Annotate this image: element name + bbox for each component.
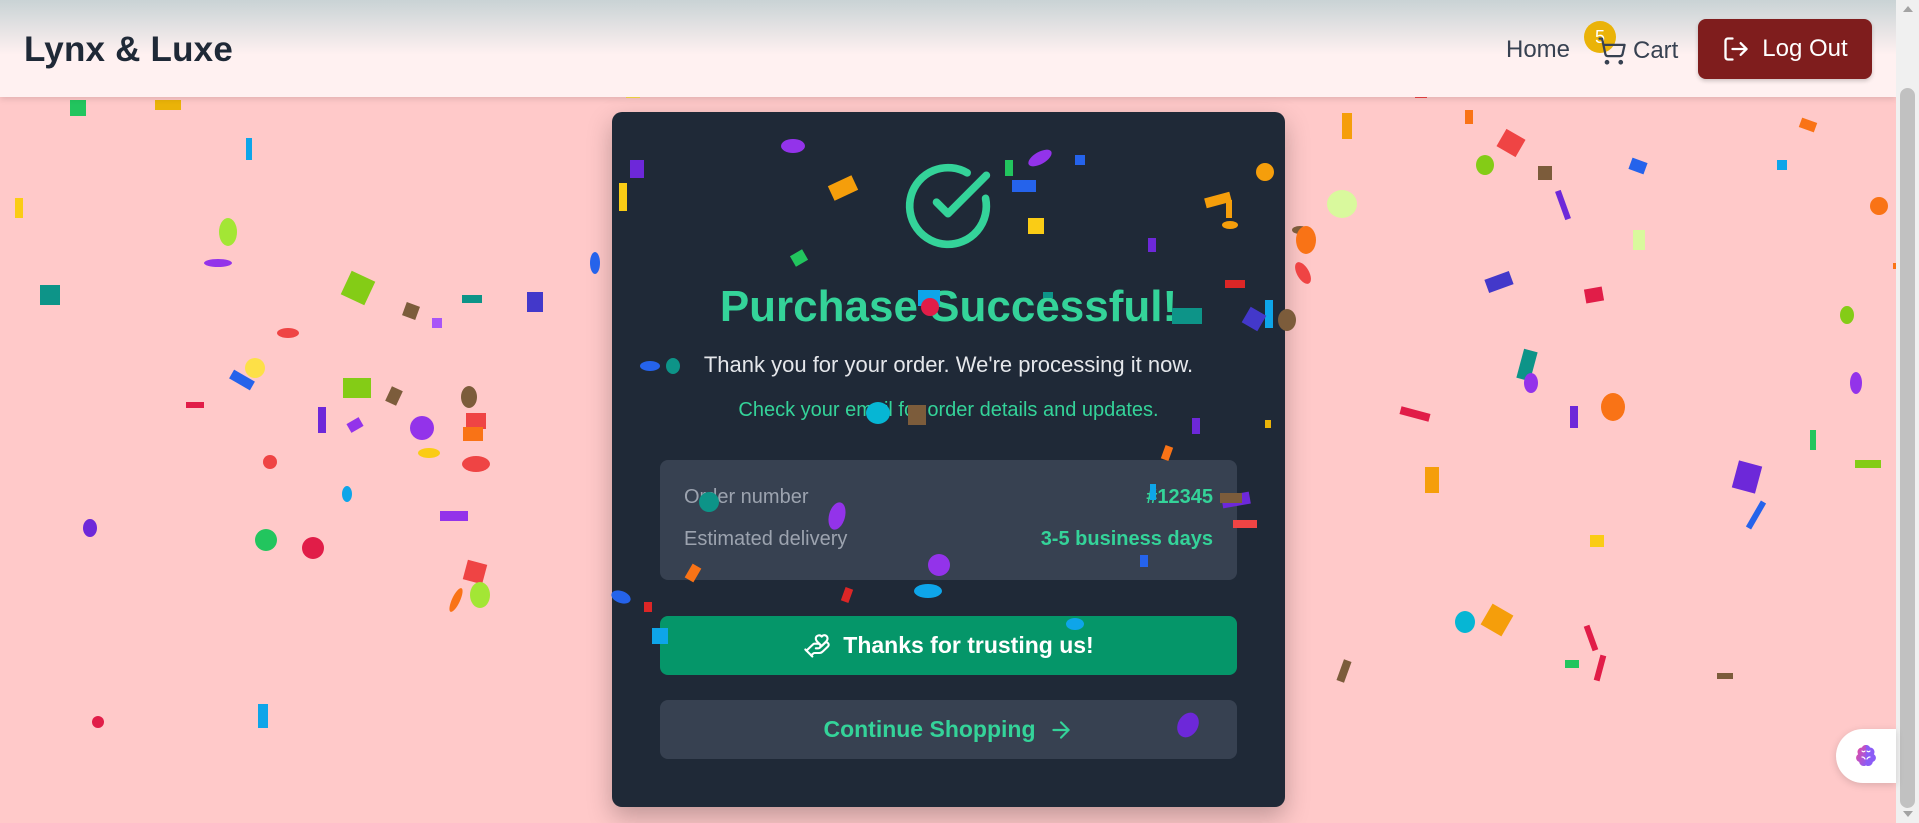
scroll-up-arrow-icon[interactable] bbox=[1903, 6, 1913, 12]
success-title: Purchase Successful! bbox=[719, 282, 1178, 331]
order-number-row: Order number #12345 bbox=[684, 486, 1213, 516]
page-scrollbar[interactable] bbox=[1896, 0, 1919, 823]
continue-shopping-button[interactable]: Continue Shopping bbox=[660, 700, 1237, 759]
scroll-down-arrow-icon[interactable] bbox=[1903, 811, 1913, 817]
email-note: Check your email for order details and u… bbox=[738, 399, 1159, 421]
continue-label: Continue Shopping bbox=[823, 716, 1036, 742]
shopping-cart-icon bbox=[1598, 37, 1626, 65]
nav-cart-link[interactable]: Cart bbox=[1597, 32, 1678, 70]
purchase-success-card: Purchase Successful! Thank you for your … bbox=[612, 112, 1285, 807]
hand-heart-icon bbox=[804, 633, 830, 658]
thanks-button[interactable]: Thanks for trusting us! bbox=[660, 616, 1237, 675]
ai-assistant-widget[interactable] bbox=[1836, 729, 1896, 783]
delivery-value: 3-5 business days bbox=[1040, 528, 1213, 550]
logout-label: Log Out bbox=[1762, 35, 1848, 62]
nav-cart-label: Cart bbox=[1633, 37, 1679, 64]
top-navbar: Lynx & Luxe Home 5 Cart Log Out bbox=[0, 0, 1896, 97]
arrow-right-icon bbox=[1051, 720, 1070, 739]
check-circle-icon bbox=[905, 163, 991, 249]
delivery-row: Estimated delivery 3-5 business days bbox=[684, 528, 1213, 558]
order-number-value: #12345 bbox=[1146, 486, 1213, 508]
success-subtitle: Thank you for your order. We're processi… bbox=[703, 352, 1194, 377]
scroll-thumb[interactable] bbox=[1900, 88, 1915, 808]
thanks-label: Thanks for trusting us! bbox=[843, 632, 1094, 658]
brain-icon bbox=[1856, 745, 1876, 766]
order-info-box: Order number #12345 Estimated delivery 3… bbox=[660, 460, 1237, 580]
logout-button[interactable]: Log Out bbox=[1698, 19, 1872, 79]
brand-logo-text[interactable]: Lynx & Luxe bbox=[24, 30, 233, 70]
order-number-label: Order number bbox=[684, 486, 809, 508]
log-out-icon bbox=[1724, 37, 1748, 61]
delivery-label: Estimated delivery bbox=[684, 528, 848, 550]
nav-home-link[interactable]: Home bbox=[1506, 36, 1570, 64]
